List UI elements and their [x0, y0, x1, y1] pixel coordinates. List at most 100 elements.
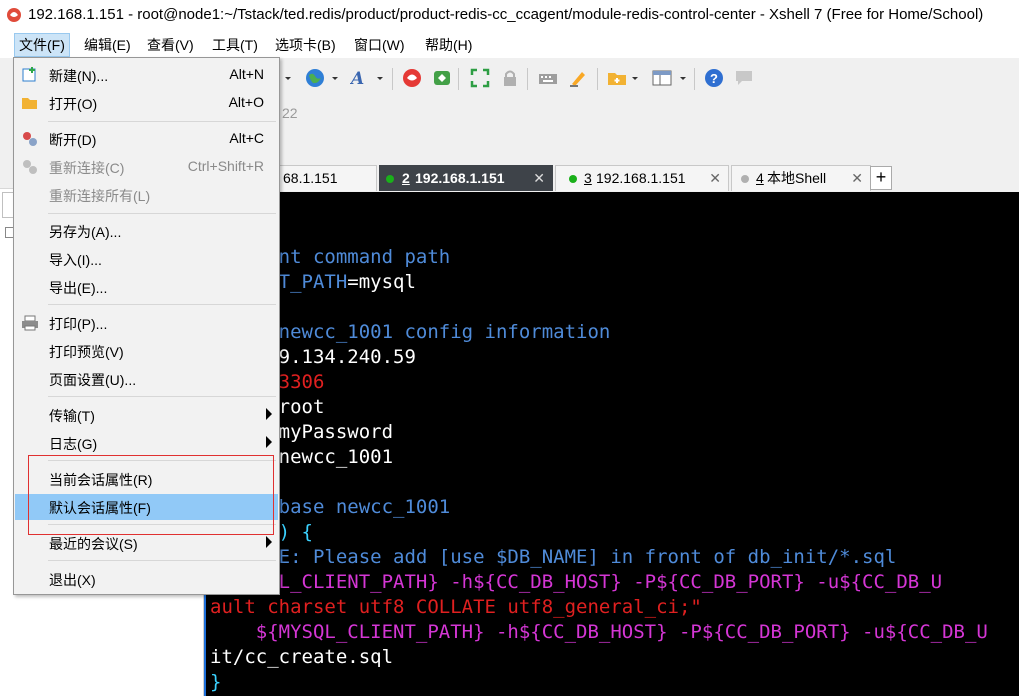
- menu-window[interactable]: 窗口(W): [350, 34, 409, 56]
- submenu-arrow-icon: [266, 436, 272, 448]
- tab-label: 192.168.1.151: [596, 170, 686, 186]
- help-icon[interactable]: ?: [704, 68, 724, 88]
- tab-label: 192.168.1.151: [415, 170, 505, 186]
- dropdown-arrow-icon[interactable]: [678, 68, 688, 88]
- annotation-highlight-box: [28, 455, 274, 535]
- menu-item-exit[interactable]: 退出(X): [15, 566, 278, 592]
- new-folder-icon[interactable]: [607, 68, 627, 88]
- terminal-text: =myPassword: [267, 421, 394, 443]
- toolbar-separator: [597, 68, 598, 90]
- close-tab-icon[interactable]: ✕: [533, 166, 545, 191]
- toolbar-separator: [694, 68, 695, 90]
- tab-number: 2: [402, 170, 410, 186]
- terminal-text: "NOTICE: Please add [use $DB_NAME] in fr…: [210, 546, 897, 568]
- close-tab-icon[interactable]: ✕: [709, 166, 721, 191]
- terminal-text: ${MYSQL_CLIENT_PATH} -h${CC_DB_HOST} -P$…: [210, 621, 988, 643]
- keyboard-icon[interactable]: [538, 68, 558, 88]
- menu-view[interactable]: 查看(V): [143, 34, 198, 56]
- tab-session-2[interactable]: 2 192.168.1.151 ✕: [379, 165, 553, 191]
- toolbar-separator: [527, 68, 528, 90]
- open-folder-icon: [22, 98, 37, 109]
- terminal-line: ault charset utf8 COLLATE utf8_general_c…: [210, 596, 702, 618]
- menu-tools[interactable]: 工具(T): [208, 34, 262, 56]
- toolbar-separator: [392, 68, 393, 90]
- connected-status-icon: [569, 175, 577, 183]
- dropdown-arrow-icon[interactable]: [283, 68, 293, 88]
- session-tab-strip: 68.1.151 2 192.168.1.151 ✕ 3 192.168.1.1…: [204, 163, 1019, 191]
- layout-icon[interactable]: [652, 68, 672, 88]
- new-session-icon: [22, 67, 36, 82]
- font-icon[interactable]: A: [350, 68, 370, 88]
- terminal-line: ${MYSQL_CLIENT_PATH} -h${CC_DB_HOST} -P$…: [210, 571, 942, 593]
- tab-label: 68.1.151: [283, 170, 338, 186]
- terminal-text: ${MYSQL_CLIENT_PATH} -h${CC_DB_HOST} -P$…: [210, 571, 943, 593]
- connected-status-icon: [386, 175, 394, 183]
- fullscreen-icon[interactable]: [470, 68, 490, 88]
- menu-separator: [48, 560, 276, 561]
- terminal-text: }: [210, 671, 222, 693]
- menu-item-open[interactable]: 打开(O) Alt+O: [15, 90, 278, 116]
- menu-separator: [48, 304, 276, 305]
- menu-item-reconnect: 重新连接(C) Ctrl+Shift+R: [15, 154, 278, 180]
- menu-item-export[interactable]: 导出(E)...: [15, 274, 278, 300]
- submenu-arrow-icon: [266, 408, 272, 420]
- terminal-text: =newcc_1001: [267, 446, 394, 468]
- menu-file[interactable]: 文件(F): [14, 33, 70, 57]
- printer-icon: [22, 315, 38, 331]
- menu-item-disconnect[interactable]: 断开(D) Alt+C: [15, 126, 278, 152]
- menu-item-import[interactable]: 导入(I)...: [15, 246, 278, 272]
- dropdown-arrow-icon[interactable]: [375, 68, 385, 88]
- menu-item-transfer[interactable]: 传输(T): [15, 402, 278, 428]
- terminal-text: ault charset utf8 COLLATE utf8_general_c…: [210, 596, 702, 618]
- menu-item-page-setup[interactable]: 页面设置(U)...: [15, 366, 278, 392]
- menu-item-new[interactable]: 新建(N)... Alt+N: [15, 62, 278, 88]
- menu-separator: [48, 396, 276, 397]
- disconnected-status-icon: [741, 175, 749, 183]
- dropdown-arrow-icon[interactable]: [630, 68, 640, 88]
- menu-tabs[interactable]: 选项卡(B): [271, 34, 340, 56]
- svg-text:?: ?: [710, 71, 718, 86]
- menu-item-log[interactable]: 日志(G): [15, 430, 278, 456]
- menu-separator: [48, 121, 276, 122]
- toolbar-separator: [458, 68, 459, 90]
- disconnect-icon: [23, 132, 37, 146]
- menu-edit[interactable]: 编辑(E): [80, 34, 135, 56]
- tab-label: 本地Shell: [767, 170, 827, 186]
- globe-icon[interactable]: [305, 68, 325, 88]
- dropdown-arrow-icon[interactable]: [330, 68, 340, 88]
- terminal-line: ${MYSQL_CLIENT_PATH} -h${CC_DB_HOST} -P$…: [210, 621, 988, 643]
- terminal-text: it/cc_create.sql: [210, 646, 394, 668]
- xshell-icon[interactable]: [402, 68, 422, 88]
- window-title: 192.168.1.151 - root@node1:~/Tstack/ted.…: [28, 6, 984, 23]
- chat-icon[interactable]: [734, 68, 754, 88]
- terminal-text: =9.134.240.59: [267, 346, 416, 368]
- menu-bar: 文件(F) 编辑(E) 查看(V) 工具(T) 选项卡(B) 窗口(W) 帮助(…: [0, 30, 1019, 58]
- menu-separator: [48, 213, 276, 214]
- reconnect-icon: [23, 160, 37, 174]
- svg-text:A: A: [350, 69, 364, 88]
- terminal-text: 3306: [278, 371, 325, 393]
- menu-item-print-preview[interactable]: 打印预览(V): [15, 338, 278, 364]
- menu-item-save-as[interactable]: 另存为(A)...: [15, 218, 278, 244]
- tab-session-3[interactable]: 3 192.168.1.151 ✕: [555, 165, 729, 191]
- tab-local-shell[interactable]: 4 本地Shell ✕: [731, 165, 871, 191]
- tab-number: 3: [584, 170, 592, 186]
- xftp-icon[interactable]: [432, 68, 452, 88]
- xshell-logo-icon: [7, 8, 21, 22]
- close-tab-icon[interactable]: ✕: [851, 166, 863, 191]
- title-bar: 192.168.1.151 - root@node1:~/Tstack/ted.…: [0, 0, 1019, 30]
- highlight-icon[interactable]: [568, 68, 588, 88]
- terminal-line: it/cc_create.sql: [210, 646, 393, 668]
- address-text: 22: [282, 105, 298, 121]
- submenu-arrow-icon: [266, 536, 272, 548]
- tab-number: 4: [756, 170, 764, 186]
- menu-item-reconnect-all: 重新连接所有(L): [49, 188, 151, 204]
- new-tab-button[interactable]: +: [870, 166, 892, 190]
- terminal-line: }: [210, 671, 221, 693]
- terminal-view[interactable]: /shL client command path_CLIENT_PATH=mys…: [204, 192, 1019, 696]
- terminal-text: =mysql: [347, 271, 416, 293]
- menu-item-print[interactable]: 打印(P)...: [15, 310, 278, 336]
- menu-help[interactable]: 帮助(H): [421, 34, 476, 56]
- terminal-line: "NOTICE: Please add [use $DB_NAME] in fr…: [210, 546, 896, 568]
- lock-icon[interactable]: [500, 68, 520, 88]
